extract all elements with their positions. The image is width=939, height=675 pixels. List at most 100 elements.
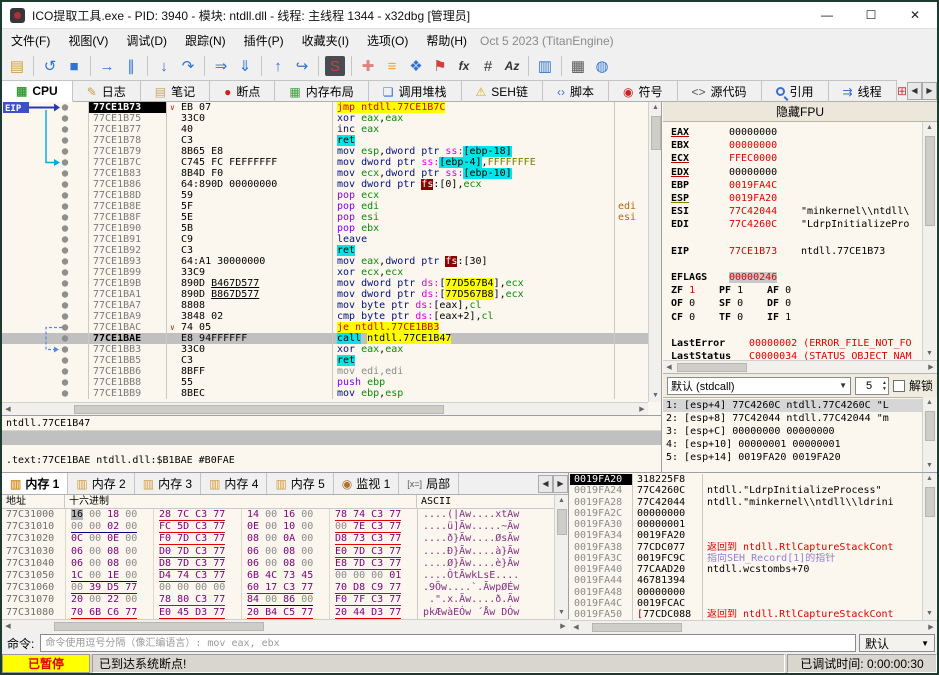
minimize-button[interactable]: — [805,2,849,28]
tab-引用[interactable]: 引用 [761,80,829,102]
stack-row[interactable]: 0019FA38 77CDC077 返回到 ntdll.RtlCaptureStac… [570,541,922,553]
step-out-icon[interactable]: ↑ [266,54,290,78]
stack-row[interactable]: 0019FA48 00000000 [570,586,922,598]
command-profile-select[interactable]: 默认 ▼ [859,634,935,652]
registers-list[interactable]: EAX 00000000 EBX 00000000 ECX FFEC0000 EDX 0000… [663,122,937,360]
menu-item-6[interactable]: 收藏夹(I) [293,34,358,48]
dump-row[interactable]: 77C31010 00 00 02 00 FC 5D C3 77 0E 00 10 0… [2,521,568,534]
menu-item-1[interactable]: 文件(F) [2,34,59,48]
tab-符号[interactable]: ◉ 符号 [609,80,678,102]
run-to-user-code-icon[interactable]: ⇒ [209,54,233,78]
dump-row[interactable]: 77C31030 06 00 08 00 D0 7D C3 77 06 00 08 0… [2,545,568,558]
disasm-row[interactable]: 77CE1B77 40 inc eax [2,124,648,135]
argument-row[interactable]: 4: [esp+10] 00000001 00000001 [663,438,922,451]
run-icon[interactable]: → [95,54,119,78]
menu-item-4[interactable]: 跟踪(N) [176,34,235,48]
disasm-row[interactable]: 77CE1B86 64:890D 00000000 mov dword ptr fs… [2,179,648,190]
tab-脚本[interactable]: ‹› 脚本 [542,80,609,102]
strings-icon[interactable]: Az [500,54,524,78]
stack-row[interactable]: 0019FA30 00000001 [570,519,922,531]
argument-row[interactable]: 1: [esp+4] 77C4260C ntdll.77C4260C "L [663,399,922,412]
tab-调用堆栈[interactable]: ❏ 调用堆栈 [368,80,462,102]
arguments-vertical-scrollbar[interactable]: ▲ ▼ [922,397,936,472]
disasm-row[interactable]: 77CE1B8F 5E pop esi esi [2,212,648,223]
dump-row[interactable]: 77C31060 00 39 D5 77 00 00 00 00 60 17 C3 7… [2,582,568,595]
tab-线程[interactable]: ⇉ 线程 [828,80,897,102]
dump-row[interactable]: 77C31020 0C 00 0E 00 F0 7D C3 77 08 00 0A 0… [2,533,568,546]
hide-fpu-button[interactable]: 隐藏FPU [663,102,937,122]
tab-seh链[interactable]: ⚠ SEH链 [461,80,543,102]
stack-row[interactable]: 0019FA3C 0019FC9C 指向SEH_Record[1]的指针 [570,552,922,564]
disasm-row[interactable]: 77CE1BB9 8BEC mov ebp,esp [2,388,648,399]
dump-row[interactable]: 77C31050 1C 00 1E 00 D4 74 C3 77 6B 4C 73 4… [2,569,568,583]
disasm-row[interactable]: 77CE1B75 33C0 xor eax,eax [2,113,648,124]
functions-icon[interactable]: fx [452,54,476,78]
disasm-row[interactable]: 77CE1B78 C3 ret [2,135,648,146]
tab-cpu[interactable]: ▦ CPU [2,80,73,102]
disassembly-pane[interactable]: 77CE1B73 ∨ EB 07 jmp ntdll.77CE1B7C 77CE1B75… [2,102,662,415]
stack-row[interactable]: 0019FA40 77CAAD20 ntdll.wcstombs+70 [570,564,922,576]
calculator-icon[interactable]: ▦ [566,54,590,78]
disasm-row[interactable]: 77CE1B91 C9 leave [2,234,648,245]
stack-row[interactable]: 0019FA50 [77CDC088 返回到 ntdll.RtlCaptureSta… [570,609,922,620]
labels-icon[interactable]: ❖ [404,54,428,78]
disasm-row[interactable]: 77CE1BB6 8BFF mov edi,edi [2,366,648,377]
stack-row[interactable]: 0019FA20 318225F8 [570,474,922,486]
step-over-icon[interactable]: ↷ [176,54,200,78]
dump-row[interactable]: 77C31040 06 00 08 00 D8 7D C3 77 06 00 08 0… [2,557,568,570]
menu-item-3[interactable]: 调试(D) [117,34,176,48]
disasm-row[interactable]: 77CE1BA9 3848 02 cmp byte ptr ds:[eax+2],c… [2,311,648,322]
tab-内存布局[interactable]: ▦ 内存布局 [275,80,369,102]
unlock-checkbox[interactable] [892,379,905,392]
argument-count-stepper[interactable]: 5 ▲ ▼ [854,376,889,395]
hash-icon[interactable]: # [476,54,500,78]
disasm-row[interactable]: 77CE1B83 8B4D F0 mov ecx,dword ptr ss:[ebp… [2,168,648,179]
disasm-row[interactable]: 77CE1BAC ∨ 74 05 je ntdll.77CE1BB3 [2,322,648,333]
tab-内存-5[interactable]: ▥ 内存 5 [267,473,334,494]
stack-row[interactable]: 0019FA34 0019FA20 [570,530,922,542]
menu-item-2[interactable]: 视图(V) [59,34,117,48]
dump-tabs-scroll-right[interactable]: ▶ [553,474,568,493]
disasm-row[interactable]: 77CE1BA1 890D B867D577 mov dword ptr ds:[7… [2,289,648,300]
command-input[interactable] [40,634,856,652]
disasm-row[interactable]: 77CE1BAE E8 94FFFFFF call ntdll.77CE1B47 [2,333,648,344]
disasm-row[interactable]: 77CE1B8D 59 pop ecx [2,190,648,201]
tab-内存-1[interactable]: ▥ 内存 1 [2,473,69,494]
tab-源代码[interactable]: <> 源代码 [677,80,762,102]
calling-convention-select[interactable]: 默认 (stdcall) ▼ [667,376,851,395]
tab-日志[interactable]: ✎ 日志 [72,80,141,102]
tab-内存-3[interactable]: ▥ 内存 3 [135,473,202,494]
disasm-horizontal-scrollbar[interactable]: ◀ ▶ [2,402,648,415]
dump-vertical-scrollbar[interactable]: ▲ ▼ [554,495,568,619]
argument-row[interactable]: 2: [esp+8] 77C42044 ntdll.77C42044 "m [663,412,922,425]
scylla-icon[interactable]: S [325,56,345,76]
registers-vertical-scrollbar[interactable]: ▲ ▼ [922,122,936,360]
tab-监视-1[interactable]: ◉ 监视 1 [334,473,400,494]
dump-row[interactable]: 77C31070 20 00 22 00 78 80 C3 77 84 00 86 0… [2,594,568,607]
dump-horizontal-scrollbar[interactable]: ◀ ▶ [2,619,569,632]
stack-vertical-scrollbar[interactable]: ▲ ▼ [922,473,936,620]
maximize-button[interactable]: ☐ [849,2,893,28]
disasm-row[interactable]: 77CE1BA7 8808 mov byte ptr ds:[eax],cl [2,300,648,311]
stop-icon[interactable]: ■ [62,54,86,78]
restart-icon[interactable]: ↺ [38,54,62,78]
tabs-scroll-left[interactable]: ◀ [907,81,922,100]
disasm-row[interactable]: 77CE1B8E 5F pop edi edi [2,201,648,212]
registers-horizontal-scrollbar[interactable]: ◀ ▶ [663,360,937,373]
stack-pane[interactable]: 0019FA20 318225F8 0019FA24 77C4260C ntdll."L… [570,473,937,633]
disasm-row[interactable]: 77CE1B7C C745 FC FEFFFFFF mov dword ptr ss… [2,157,648,168]
bookmarks-icon[interactable]: ⚑ [428,54,452,78]
stack-row[interactable]: 0019FA28 77C42044 ntdll."minkernel\\ntdll\… [570,496,922,508]
disasm-row[interactable]: 77CE1B90 5B pop ebx [2,223,648,234]
tab-内存-4[interactable]: ▥ 内存 4 [201,473,268,494]
internet-icon[interactable]: ◍ [590,54,614,78]
more-views-icon[interactable]: ⊞ [897,84,907,98]
disasm-row[interactable]: 77CE1B99 33C9 xor ecx,ecx [2,267,648,278]
tab-内存-2[interactable]: ▥ 内存 2 [68,473,135,494]
stack-row[interactable]: 0019FA4C 0019FCAC [570,597,922,609]
argument-row[interactable]: 5: [esp+14] 0019FA20 0019FA20 [663,451,922,464]
stack-row[interactable]: 0019FA44 46781394 [570,575,922,587]
disasm-row[interactable]: 77CE1B73 ∨ EB 07 jmp ntdll.77CE1B7C [2,102,648,113]
disasm-row[interactable]: 77CE1BB3 33C0 xor eax,eax [2,344,648,355]
memory-dump-pane[interactable]: ▥ 内存 1 ▥ 内存 2 ▥ 内存 3 ▥ 内存 4 ▥ 内存 5 ◉ 监视 1 [x=] 局部 ◀ ▶ 地… [2,473,569,633]
